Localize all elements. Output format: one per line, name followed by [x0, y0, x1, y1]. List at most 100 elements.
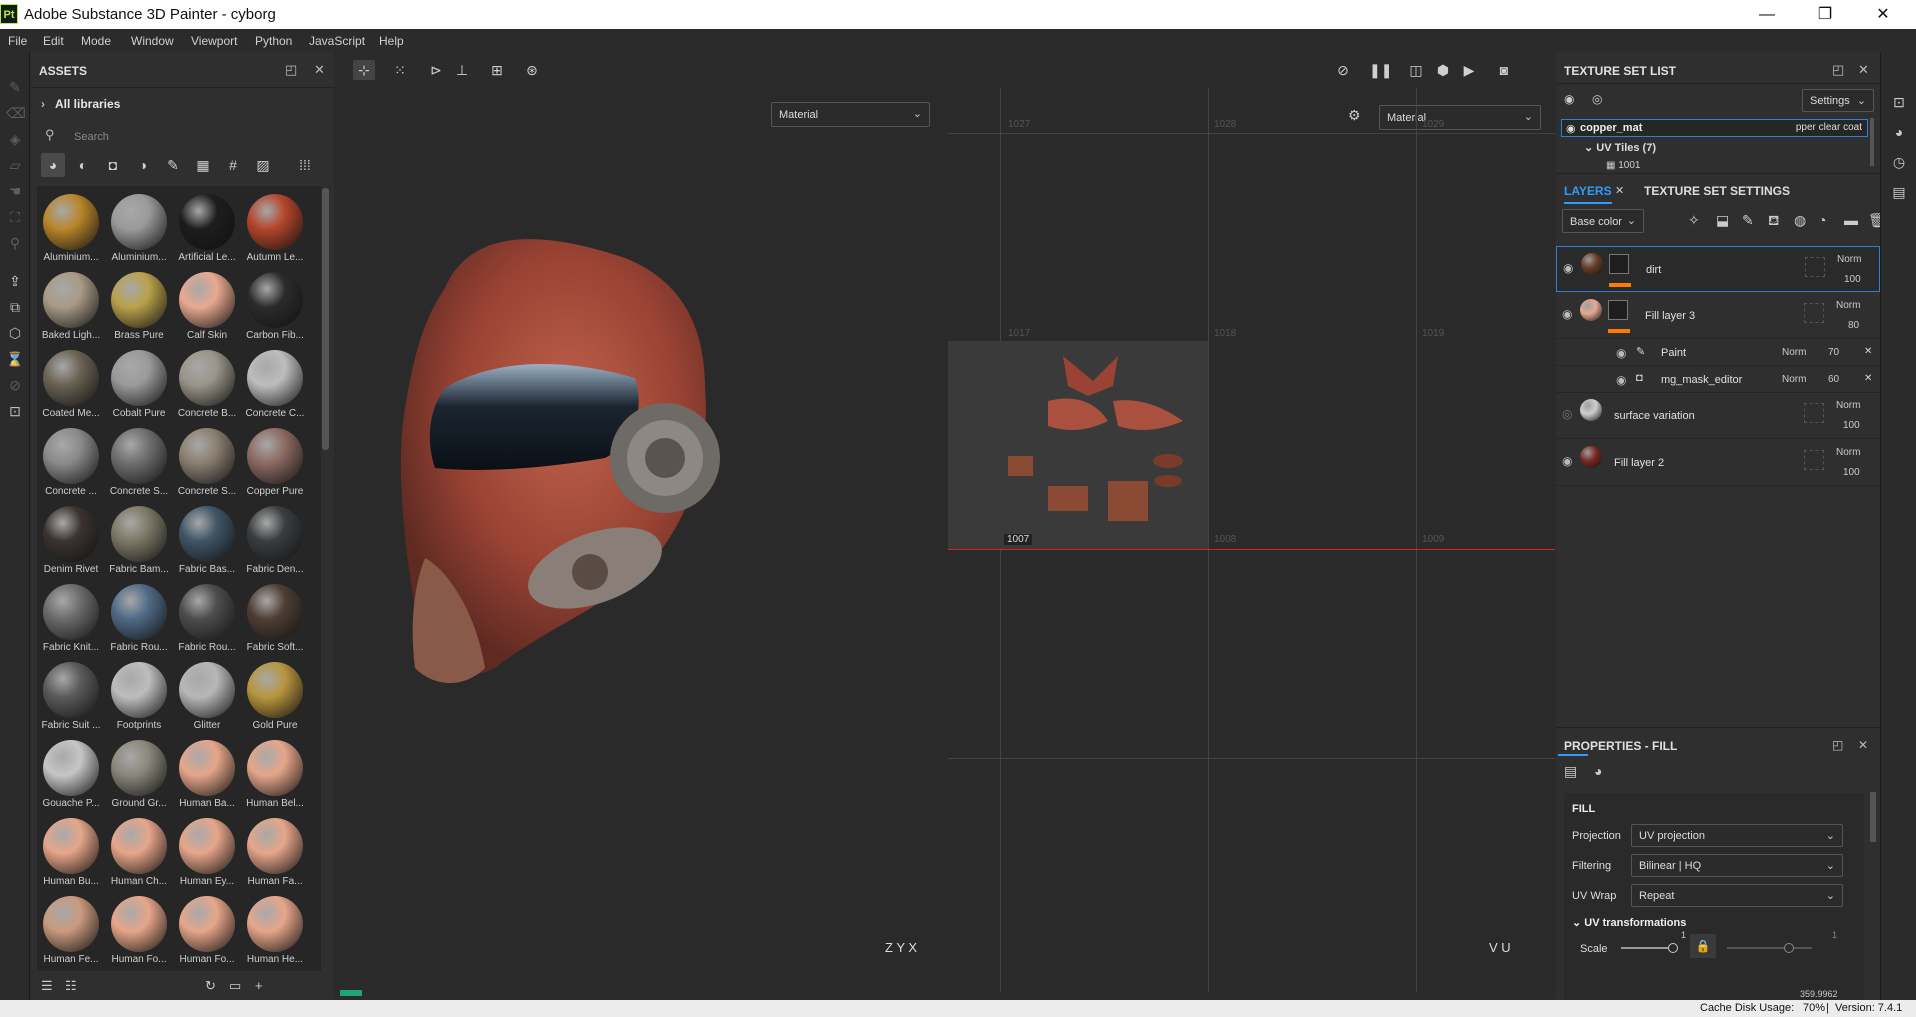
tab-layers[interactable]: LAYERS: [1564, 184, 1612, 204]
generators-filter-icon[interactable]: ◑: [131, 153, 155, 177]
float-panel-icon[interactable]: ◰: [285, 62, 297, 78]
pause-icon[interactable]: ❚❚: [1369, 60, 1392, 80]
add-paint-layer-icon[interactable]: ✎: [1742, 212, 1754, 229]
paint-brush-icon[interactable]: ✎: [6, 78, 24, 96]
blend-mode[interactable]: Norm: [1836, 300, 1860, 311]
assets-tab-icon[interactable]: ⇪: [6, 272, 24, 290]
log-icon[interactable]: ▤: [1890, 184, 1908, 202]
video-camera-icon[interactable]: ▶: [1458, 60, 1480, 80]
asset-tile[interactable]: Copper Pure: [241, 424, 309, 500]
scale-u-slider[interactable]: [1621, 947, 1671, 949]
asset-tile[interactable]: Concrete C...: [241, 346, 309, 422]
history-icon[interactable]: ⌛: [6, 350, 24, 368]
asset-tile[interactable]: Human Ch...: [105, 814, 173, 890]
layer-opacity[interactable]: 100: [1844, 274, 1861, 285]
effect-opacity[interactable]: 60: [1828, 374, 1839, 385]
viewport-2d[interactable]: Material ⌄ ⚙ 1027 1028 1029 1017 1018 10…: [948, 88, 1555, 992]
textures-filter-icon[interactable]: ▦: [191, 153, 215, 177]
float-panel-icon[interactable]: ◰: [1832, 62, 1844, 78]
view-grid-icon[interactable]: ⁞⁞⁞: [293, 153, 317, 177]
lock-icon[interactable]: 🔒: [1690, 934, 1716, 958]
asset-tile[interactable]: Human Fa...: [241, 814, 309, 890]
eye-icon[interactable]: ◉: [1563, 261, 1573, 275]
screenshot-camera-icon[interactable]: ◙: [1493, 60, 1515, 80]
uv-tiles-toggle[interactable]: ⌄ UV Tiles (7): [1584, 141, 1656, 154]
asset-tile[interactable]: Fabric Bas...: [173, 502, 241, 578]
tsl-settings-select[interactable]: Settings ⌄: [1802, 89, 1874, 112]
menu-help[interactable]: Help: [379, 34, 404, 48]
layer-opacity[interactable]: 80: [1848, 320, 1859, 331]
asset-tile[interactable]: Human Fo...: [173, 892, 241, 968]
history-icon[interactable]: ◷: [1890, 154, 1908, 172]
materials-filter-icon[interactable]: ◕: [41, 153, 65, 177]
asset-tile[interactable]: Autumn Le...: [241, 190, 309, 266]
minimize-button[interactable]: —: [1744, 0, 1790, 29]
visibility-icon[interactable]: ◉: [1564, 92, 1574, 106]
close-panel-icon[interactable]: ✕: [1858, 62, 1869, 78]
sort-icon[interactable]: ☷: [65, 978, 77, 994]
layer-row-fill-layer-2[interactable]: ◉ Fill layer 2 Norm 100: [1556, 440, 1880, 486]
scale-v-slider[interactable]: [1727, 947, 1812, 949]
layer-opacity[interactable]: 100: [1843, 467, 1860, 478]
uv-wrap-select[interactable]: Repeat ⌄: [1631, 884, 1843, 907]
layer-mask-thumbnail[interactable]: [1609, 254, 1629, 274]
frame-icon[interactable]: ⊞: [486, 60, 508, 80]
asset-tile[interactable]: Brass Pure: [105, 268, 173, 344]
add-smart-mask-icon[interactable]: ◔: [1818, 212, 1826, 228]
asset-tile[interactable]: Human Fe...: [37, 892, 105, 968]
tsl-scrollbar[interactable]: [1870, 118, 1874, 166]
asset-tile[interactable]: Baked Ligh...: [37, 268, 105, 344]
projection-icon[interactable]: ◈: [6, 130, 24, 148]
asset-tile[interactable]: Coated Me...: [37, 346, 105, 422]
remove-effect-icon[interactable]: ✕: [1864, 373, 1872, 384]
brushes-filter-icon[interactable]: ✎: [161, 153, 185, 177]
eye-icon[interactable]: ◉: [1616, 346, 1626, 360]
blend-mode[interactable]: Norm: [1782, 347, 1806, 358]
asset-tile[interactable]: Footprints: [105, 658, 173, 734]
asset-tile[interactable]: Concrete S...: [105, 424, 173, 500]
eye-icon[interactable]: ◉: [1562, 307, 1572, 321]
shader-settings-icon[interactable]: ◕: [1890, 124, 1908, 142]
asset-tile[interactable]: Fabric Den...: [241, 502, 309, 578]
menu-file[interactable]: File: [8, 34, 27, 48]
asset-tile[interactable]: Denim Rivet: [37, 502, 105, 578]
add-asset-icon[interactable]: +: [255, 978, 263, 993]
smudge-icon[interactable]: ☚: [6, 182, 24, 200]
blend-mode[interactable]: Norm: [1837, 254, 1861, 265]
hide-icon[interactable]: ⊘: [1332, 60, 1354, 80]
polygon-fill-icon[interactable]: ▱: [6, 156, 24, 174]
texture-set-row[interactable]: ◉ copper_mat pper clear coat: [1561, 119, 1868, 137]
menu-window[interactable]: Window: [131, 34, 174, 48]
layer-row-dirt[interactable]: ◉ dirt Norm 100: [1556, 246, 1880, 292]
properties-scrollbar[interactable]: [1870, 792, 1876, 842]
layer-mask-thumbnail[interactable]: [1608, 300, 1628, 320]
asset-tile[interactable]: Fabric Soft...: [241, 580, 309, 656]
blend-mode[interactable]: Norm: [1782, 374, 1806, 385]
remove-effect-icon[interactable]: ✕: [1864, 346, 1872, 357]
alphas-filter-icon[interactable]: #: [221, 153, 245, 177]
clone-icon[interactable]: ⛶: [6, 208, 24, 226]
projection-select[interactable]: UV projection ⌄: [1631, 824, 1843, 847]
asset-tile[interactable]: Fabric Suit ...: [37, 658, 105, 734]
bake-icon[interactable]: ⬡: [6, 324, 24, 342]
effect-row-paint[interactable]: ◉ ✎ Paint Norm 70 ✕: [1556, 339, 1880, 366]
properties-tab-icon[interactable]: ▤: [1564, 763, 1577, 780]
float-panel-icon[interactable]: ◰: [1832, 738, 1843, 752]
add-folder-icon[interactable]: ▬: [1844, 212, 1858, 228]
eraser-icon[interactable]: ⌫: [6, 104, 26, 122]
scale-u-handle[interactable]: [1668, 943, 1678, 953]
assets-search[interactable]: ⚲ Search: [45, 127, 325, 147]
filter-list-icon[interactable]: ☰: [41, 978, 53, 994]
shelf-icon[interactable]: ⧉: [6, 298, 24, 316]
refresh-icon[interactable]: ↻: [205, 978, 216, 994]
render-icon[interactable]: ⬢: [1432, 60, 1454, 80]
menu-mode[interactable]: Mode: [81, 34, 111, 48]
add-effect-icon[interactable]: ◍: [1794, 212, 1806, 229]
material-tab-icon[interactable]: ◕: [1594, 763, 1602, 779]
menu-edit[interactable]: Edit: [43, 34, 64, 48]
asset-tile[interactable]: Aluminium...: [105, 190, 173, 266]
viewport-3d[interactable]: Material ⌄ Z Y X: [335, 88, 947, 992]
grid-mode-icon[interactable]: ⁙: [389, 60, 411, 80]
asset-tile[interactable]: Cobalt Pure: [105, 346, 173, 422]
eye-icon[interactable]: ◉: [1562, 454, 1572, 468]
